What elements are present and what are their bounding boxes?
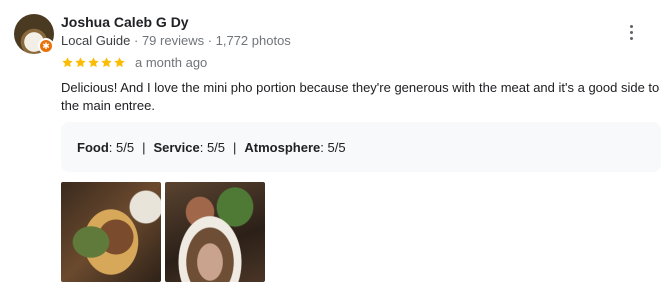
star-rating bbox=[61, 56, 126, 69]
star-icon bbox=[75, 56, 86, 67]
review-photo-2[interactable] bbox=[165, 182, 265, 282]
more-vert-icon bbox=[629, 24, 633, 28]
reviewer-stats: · 79 reviews · 1,772 photos bbox=[130, 33, 291, 48]
reviewer-meta: Local Guide · 79 reviews · 1,772 photos bbox=[61, 33, 291, 48]
service-value: : 5/5 bbox=[199, 139, 226, 155]
attribute-ratings: Food: 5/5 | Service: 5/5 | Atmosphere: 5… bbox=[61, 122, 661, 172]
more-vert-icon-dot bbox=[629, 30, 633, 34]
star-icon bbox=[62, 56, 73, 67]
reviewer-avatar[interactable]: ✱ bbox=[14, 14, 54, 54]
star-icon bbox=[101, 56, 112, 67]
review-photo-1[interactable] bbox=[61, 182, 161, 282]
atmosphere-value: : 5/5 bbox=[320, 139, 346, 155]
food-label: Food bbox=[77, 139, 109, 155]
review-text: Delicious! And I love the mini pho porti… bbox=[61, 80, 660, 113]
review-time: a month ago bbox=[135, 54, 208, 70]
food-value: : 5/5 bbox=[108, 139, 135, 155]
more-vert-icon-dot bbox=[629, 36, 633, 40]
atmosphere-label: Atmosphere bbox=[244, 139, 321, 155]
separator: | bbox=[233, 139, 237, 155]
local-guide-badge-icon: ✱ bbox=[38, 38, 54, 54]
service-label: Service bbox=[153, 139, 200, 155]
star-icon bbox=[88, 56, 99, 67]
local-guide-label: Local Guide bbox=[61, 33, 131, 48]
separator: | bbox=[142, 139, 146, 155]
reviewer-name[interactable]: Joshua Caleb G Dy bbox=[61, 14, 189, 30]
rating-row: a month ago bbox=[61, 54, 207, 70]
star-icon bbox=[114, 56, 125, 67]
more-options-button[interactable] bbox=[619, 20, 643, 44]
